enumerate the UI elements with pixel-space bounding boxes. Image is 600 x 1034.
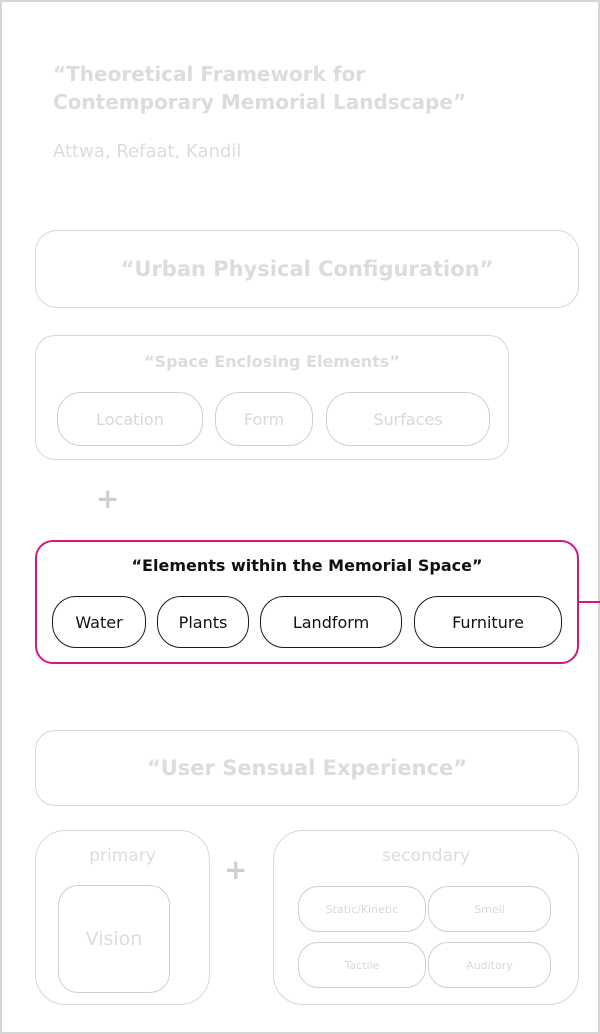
urban-physical-configuration-box: “Urban Physical Configuration” [35, 230, 579, 308]
pill-landform: Landform [260, 596, 402, 648]
vision-label: Vision [85, 928, 143, 950]
pill-furniture: Furniture [414, 596, 562, 648]
pill-water: Water [52, 596, 146, 648]
space-enclosing-elements-title: “Space Enclosing Elements” [144, 352, 400, 371]
pill-location: Location [57, 392, 203, 446]
pill-auditory: Auditory [428, 942, 551, 988]
pill-form: Form [215, 392, 313, 446]
authors: Attwa, Refaat, Kandil [53, 141, 242, 162]
primary-label: primary [89, 846, 156, 866]
pill-smell: Smell [428, 886, 551, 932]
pill-surfaces: Surfaces [326, 392, 490, 446]
vision-box: Vision [58, 885, 170, 993]
secondary-label: secondary [381, 846, 471, 866]
urban-physical-configuration-title: “Urban Physical Configuration” [120, 257, 494, 281]
pill-static-kinetic: Static/Kinetic [298, 886, 426, 932]
highlight-connector-line [579, 601, 600, 603]
framework-title-line1: “Theoretical Framework for [53, 62, 366, 86]
user-sensual-experience-box: “User Sensual Experience” [35, 730, 579, 806]
pill-tactile: Tactile [298, 942, 426, 988]
framework-title-line2: Contemporary Memorial Landscape” [53, 90, 467, 114]
framework-title: “Theoretical Framework for Contemporary … [53, 60, 573, 116]
pill-plants: Plants [157, 596, 249, 648]
plus-sign-sensual: + [224, 853, 248, 886]
elements-within-memorial-space-title: “Elements within the Memorial Space” [131, 556, 483, 575]
plus-sign-physical: + [96, 482, 120, 515]
user-sensual-experience-title: “User Sensual Experience” [146, 756, 468, 780]
